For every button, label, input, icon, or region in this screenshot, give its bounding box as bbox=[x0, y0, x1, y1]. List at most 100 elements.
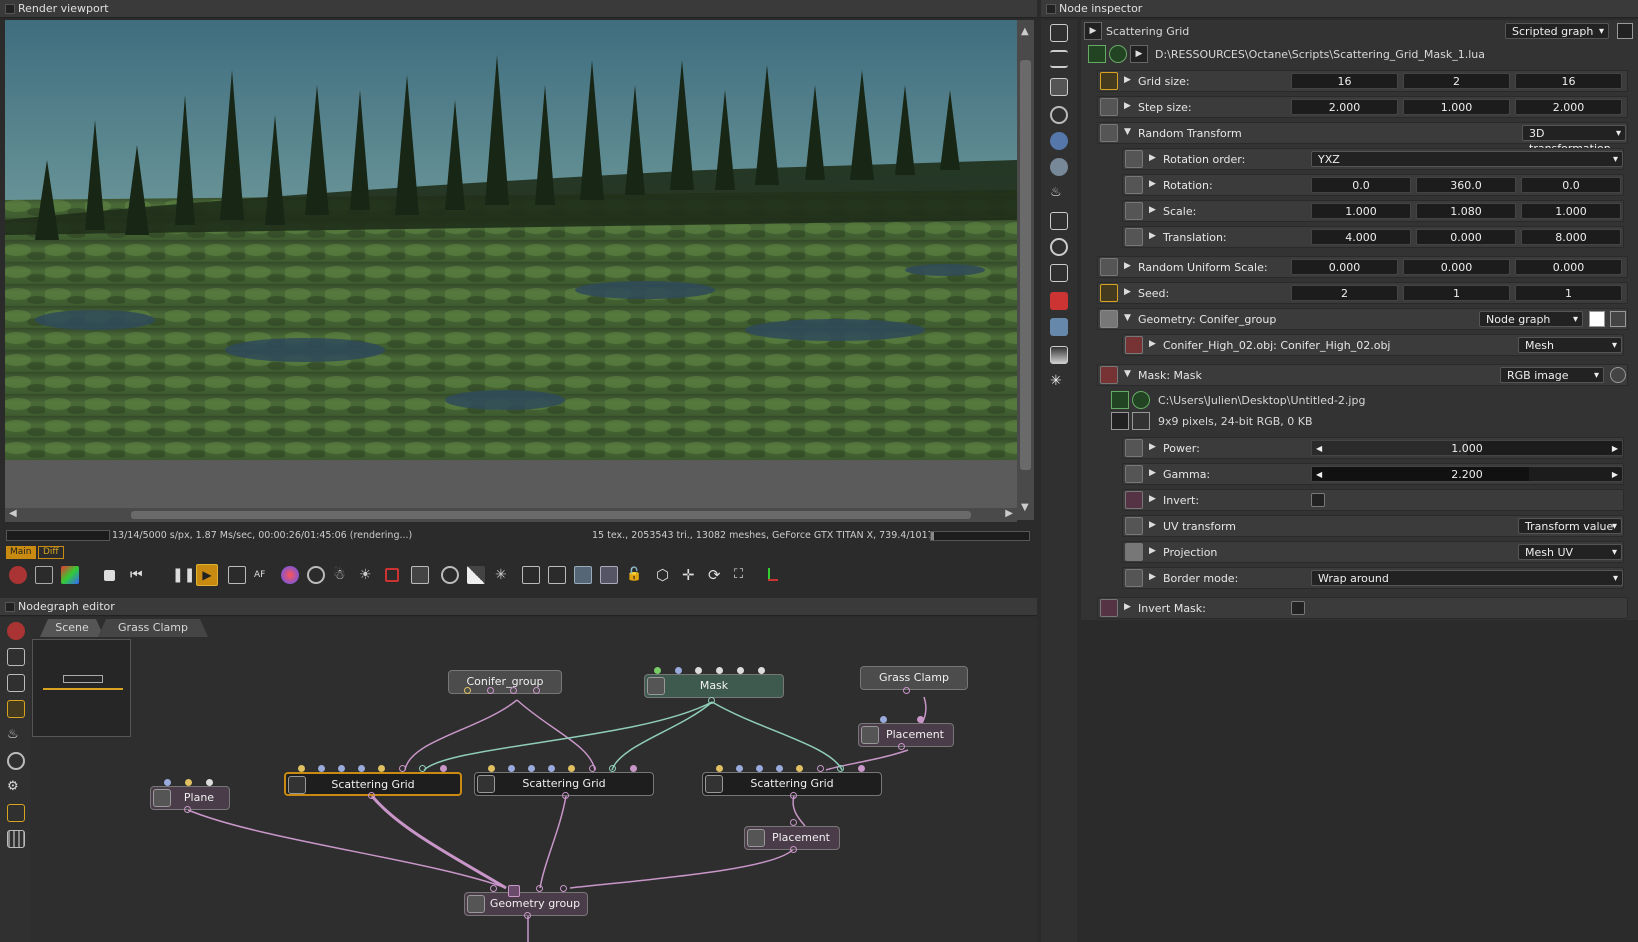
environment-icon[interactable] bbox=[1050, 132, 1068, 150]
graph-type-dropdown[interactable]: Scripted graph bbox=[1505, 23, 1609, 39]
random-uniform-scale-label: Random Uniform Scale: bbox=[1138, 261, 1268, 274]
gamma-slider[interactable]: ◀ 2.200 ▶ bbox=[1311, 466, 1623, 482]
expand-arrow-icon[interactable]: ▶ bbox=[1124, 261, 1131, 271]
grid-size-x[interactable]: 16 bbox=[1291, 73, 1398, 89]
node-placement-1[interactable]: Placement bbox=[858, 723, 954, 747]
graph-options-checkbox[interactable] bbox=[1617, 23, 1633, 39]
visible-env-icon[interactable] bbox=[1050, 158, 1068, 176]
seed-x[interactable]: 2 bbox=[1291, 285, 1398, 301]
expand-arrow-icon[interactable]: ▶ bbox=[1149, 494, 1156, 504]
invert-checkbox[interactable] bbox=[1311, 493, 1325, 507]
reload-image-icon[interactable] bbox=[1132, 391, 1150, 409]
collapse-arrow-icon[interactable]: ▼ bbox=[1124, 313, 1131, 323]
node-mask[interactable]: Mask bbox=[644, 674, 784, 698]
image-sequence-icon[interactable] bbox=[1111, 412, 1129, 430]
grid-size-z[interactable]: 16 bbox=[1515, 73, 1622, 89]
script-icon bbox=[288, 776, 306, 794]
expand-arrow-icon[interactable]: ▶ bbox=[1149, 442, 1156, 452]
step-size-y[interactable]: 1.000 bbox=[1403, 99, 1510, 115]
geometry-type-dropdown[interactable]: Node graph bbox=[1479, 311, 1583, 327]
expand-arrow-icon[interactable]: ▶ bbox=[1149, 153, 1156, 163]
node-list-icon[interactable] bbox=[1050, 24, 1068, 42]
enum-icon bbox=[1125, 569, 1143, 587]
load-script-icon[interactable] bbox=[1088, 45, 1106, 63]
collapse-arrow-icon[interactable]: ▼ bbox=[1124, 127, 1131, 137]
node-grass-clamp[interactable]: Grass Clamp bbox=[860, 666, 968, 690]
int-value-icon bbox=[1100, 72, 1118, 90]
expand-arrow-icon[interactable]: ▶ bbox=[1149, 572, 1156, 582]
image-path: C:\Users\Julien\Desktop\Untitled-2.jpg bbox=[1158, 394, 1366, 407]
seed-y[interactable]: 1 bbox=[1403, 285, 1510, 301]
projection-label: Projection bbox=[1163, 546, 1218, 559]
expand-arrow-icon[interactable]: ▶ bbox=[1149, 546, 1156, 556]
inspector-header: ▶ Scattering Grid Scripted graph bbox=[1081, 21, 1638, 43]
geometry-label: Geometry: Conifer_group bbox=[1138, 313, 1277, 326]
translation-z[interactable]: 8.000 bbox=[1521, 229, 1621, 245]
expand-arrow-icon[interactable]: ▶ bbox=[1149, 339, 1156, 349]
projection-dropdown[interactable]: Mesh UV bbox=[1518, 544, 1622, 560]
mesh-icon bbox=[153, 789, 171, 807]
expand-arrow-icon[interactable]: ▶ bbox=[1124, 602, 1131, 612]
power-slider[interactable]: ◀ 1.000 ▶ bbox=[1311, 440, 1623, 456]
mask-preview-icon[interactable] bbox=[1610, 367, 1626, 383]
imager-icon[interactable] bbox=[1050, 264, 1068, 282]
border-mode-dropdown[interactable]: Wrap around bbox=[1311, 570, 1623, 586]
rotation-x[interactable]: 0.0 bbox=[1311, 177, 1411, 193]
geometry-icon[interactable] bbox=[1050, 292, 1068, 310]
step-size-label: Step size: bbox=[1138, 101, 1192, 114]
random-uniform-scale-y[interactable]: 0.000 bbox=[1403, 259, 1510, 275]
rotation-z[interactable]: 0.0 bbox=[1521, 177, 1621, 193]
expand-arrow-icon[interactable]: ▶ bbox=[1149, 520, 1156, 530]
grid-size-label: Grid size: bbox=[1138, 75, 1190, 88]
expand-arrow-icon[interactable]: ▶ bbox=[1149, 468, 1156, 478]
float-value-icon bbox=[1125, 439, 1143, 457]
grid-size-y[interactable]: 2 bbox=[1403, 73, 1510, 89]
rotation-y[interactable]: 360.0 bbox=[1416, 177, 1516, 193]
expand-arrow-icon[interactable]: ▶ bbox=[1124, 75, 1131, 85]
transform-type-dropdown[interactable]: 3D transformation bbox=[1522, 125, 1626, 155]
uv-transform-dropdown[interactable]: Transform value bbox=[1518, 518, 1622, 534]
layers-icon[interactable] bbox=[1050, 318, 1068, 336]
load-image-icon[interactable] bbox=[1111, 391, 1129, 409]
random-uniform-scale-row: ▶ Random Uniform Scale: 0.000 0.000 0.00… bbox=[1097, 256, 1628, 278]
expand-arrow-icon[interactable]: ▶ bbox=[1149, 205, 1156, 215]
random-uniform-scale-x[interactable]: 0.000 bbox=[1291, 259, 1398, 275]
translation-y[interactable]: 0.000 bbox=[1416, 229, 1516, 245]
float-value-icon bbox=[1100, 258, 1118, 276]
random-uniform-scale-z[interactable]: 0.000 bbox=[1515, 259, 1622, 275]
expand-arrow-icon[interactable]: ▶ bbox=[1124, 101, 1131, 111]
translation-x[interactable]: 4.000 bbox=[1311, 229, 1411, 245]
invert-mask-checkbox[interactable] bbox=[1291, 601, 1305, 615]
step-size-x[interactable]: 2.000 bbox=[1291, 99, 1398, 115]
play-icon[interactable]: ▶ bbox=[1084, 22, 1102, 40]
step-size-z[interactable]: 2.000 bbox=[1515, 99, 1622, 115]
light-icon[interactable]: ✳ bbox=[1050, 372, 1068, 390]
geometry-options-icon[interactable] bbox=[1610, 311, 1626, 327]
wrench-icon[interactable] bbox=[1132, 412, 1150, 430]
int-value-icon bbox=[1100, 284, 1118, 302]
expand-arrow-icon[interactable]: ▶ bbox=[1149, 231, 1156, 241]
seed-z[interactable]: 1 bbox=[1515, 285, 1622, 301]
reload-script-icon[interactable] bbox=[1109, 45, 1127, 63]
render-target-icon[interactable] bbox=[1050, 78, 1068, 96]
mesh-type-dropdown[interactable]: Mesh bbox=[1518, 337, 1622, 353]
scale-x[interactable]: 1.000 bbox=[1311, 203, 1411, 219]
scale-y[interactable]: 1.080 bbox=[1416, 203, 1516, 219]
geometry-color-swatch[interactable] bbox=[1589, 311, 1605, 327]
camera-icon[interactable] bbox=[1050, 106, 1068, 124]
scale-z[interactable]: 1.000 bbox=[1521, 203, 1621, 219]
expand-icon[interactable] bbox=[1050, 50, 1068, 68]
rotation-order-dropdown[interactable]: YXZ bbox=[1311, 151, 1623, 167]
collapse-arrow-icon[interactable]: ▼ bbox=[1124, 369, 1131, 379]
node-label: Geometry group bbox=[489, 897, 581, 910]
film-settings-icon[interactable]: ♨ bbox=[1050, 184, 1068, 202]
gamma-row: ▶ Gamma: ◀ 2.200 ▶ bbox=[1122, 463, 1624, 485]
post-processing-icon[interactable] bbox=[1050, 346, 1068, 364]
expand-arrow-icon[interactable]: ▶ bbox=[1124, 287, 1131, 297]
kernel-icon[interactable] bbox=[1050, 212, 1068, 230]
expand-arrow-icon[interactable]: ▶ bbox=[1149, 179, 1156, 189]
animation-icon[interactable] bbox=[1050, 238, 1068, 256]
run-script-icon[interactable]: ▶ bbox=[1130, 45, 1148, 63]
node-label: Mask bbox=[699, 679, 729, 692]
mask-type-dropdown[interactable]: RGB image bbox=[1500, 367, 1604, 383]
